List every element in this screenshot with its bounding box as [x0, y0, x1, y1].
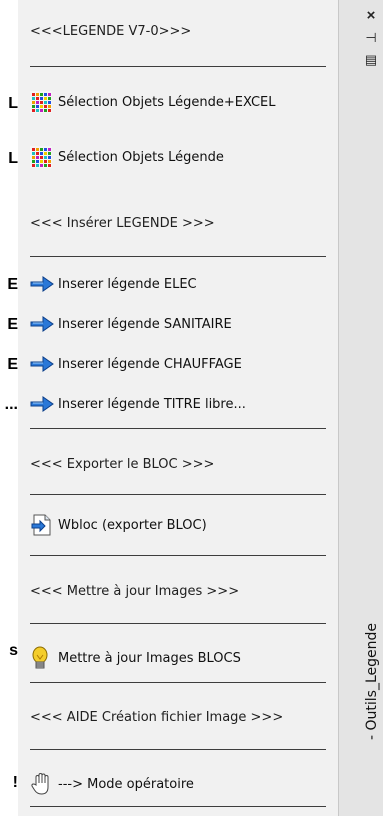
- tool-label: Sélection Objets Légende: [58, 149, 224, 165]
- colored-grid-icon: [30, 90, 58, 114]
- section-header-exporter: <<< Exporter le BLOC >>>: [30, 457, 215, 472]
- separator: [30, 623, 326, 624]
- clipped-char: L: [8, 150, 18, 167]
- tool-mode-operatoire[interactable]: ---> Mode opératoire: [30, 772, 194, 796]
- section-header-aide: <<< AIDE Création fichier Image >>>: [30, 710, 284, 725]
- separator: [30, 256, 326, 257]
- tool-wbloc[interactable]: Wbloc (exporter BLOC): [30, 513, 207, 537]
- tool-inserer-legende-titre-libre[interactable]: Inserer légende TITRE libre...: [30, 392, 246, 416]
- tool-label: Inserer légende CHAUFFAGE: [58, 356, 242, 372]
- separator: [30, 428, 326, 429]
- tool-label: Sélection Objets Légende+EXCEL: [58, 94, 276, 110]
- blue-arrow-icon: [30, 272, 58, 296]
- separator: [30, 806, 326, 807]
- tool-inserer-legende-elec[interactable]: Inserer légende ELEC: [30, 272, 197, 296]
- tool-selection-objets-legende-excel[interactable]: Sélection Objets Légende+EXCEL: [30, 90, 276, 114]
- blue-arrow-icon: [30, 352, 58, 376]
- section-header-inserer: <<< Insérer LEGENDE >>>: [30, 216, 215, 231]
- separator: [30, 749, 326, 750]
- tool-palette-content: <<<LEGENDE V7-0>>> Sélection Objets Lége…: [18, 0, 338, 816]
- palette-title: - Outils_Legende: [364, 623, 380, 740]
- separator: [30, 494, 326, 495]
- clipped-char: L: [8, 95, 18, 112]
- tool-label: ---> Mode opératoire: [58, 776, 194, 792]
- clipped-char: s: [9, 642, 18, 659]
- tool-inserer-legende-sanitaire[interactable]: Inserer légende SANITAIRE: [30, 312, 232, 336]
- colored-grid-icon: [30, 145, 58, 169]
- clipped-char: ...: [4, 396, 18, 413]
- blue-arrow-icon: [30, 312, 58, 336]
- lightbulb-icon: [30, 646, 58, 670]
- palette-titlebar[interactable]: × ⊣ ▤ - Outils_Legende: [338, 0, 383, 816]
- export-file-icon: [30, 513, 58, 537]
- tool-label: Inserer légende SANITAIRE: [58, 316, 232, 332]
- clipped-left-column: L L E E E ... s !: [0, 0, 18, 816]
- tool-inserer-legende-chauffage[interactable]: Inserer légende CHAUFFAGE: [30, 352, 242, 376]
- separator: [30, 555, 326, 556]
- tool-label: Mettre à jour Images BLOCS: [58, 650, 241, 666]
- section-header-images: <<< Mettre à jour Images >>>: [30, 584, 240, 599]
- separator: [30, 682, 326, 683]
- clipped-char: !: [12, 774, 18, 791]
- clipped-char: E: [7, 316, 18, 333]
- separator: [30, 66, 326, 67]
- tool-label: Inserer légende ELEC: [58, 276, 197, 292]
- tool-selection-objets-legende[interactable]: Sélection Objets Légende: [30, 145, 224, 169]
- blue-arrow-icon: [30, 392, 58, 416]
- tool-label: Inserer légende TITRE libre...: [58, 396, 246, 412]
- hand-icon: [30, 772, 58, 796]
- section-header-legende: <<<LEGENDE V7-0>>>: [30, 24, 192, 39]
- clipped-char: E: [7, 276, 18, 293]
- tool-label: Wbloc (exporter BLOC): [58, 517, 207, 533]
- tool-mettre-a-jour-images-blocs[interactable]: Mettre à jour Images BLOCS: [30, 646, 241, 670]
- autohide-icon[interactable]: ⊣: [363, 30, 379, 46]
- clipped-char: E: [7, 356, 18, 373]
- close-icon[interactable]: ×: [363, 8, 379, 24]
- properties-icon[interactable]: ▤: [363, 52, 379, 68]
